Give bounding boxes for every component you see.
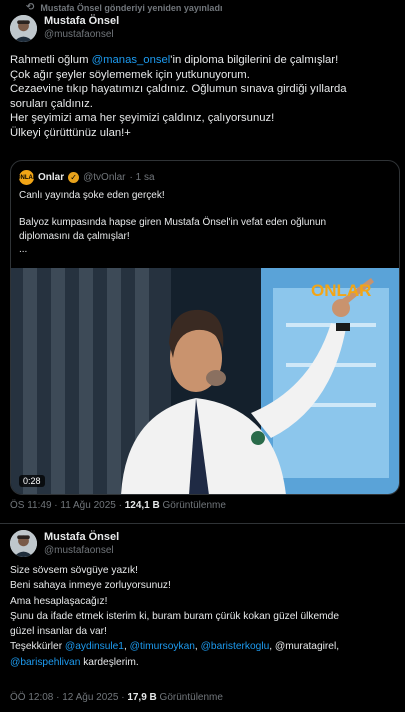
- quote-line: Balyoz kumpasında hapse giren Mustafa Ön…: [19, 217, 327, 228]
- tweet-line: Cezaevine tıkıp hayatımızı çaldınız. Oğl…: [10, 83, 347, 96]
- quote-body: Canlı yayında şoke eden gerçek! Balyoz ku…: [19, 189, 326, 257]
- tweet-line: @barispehlivan kardeşlerim.: [10, 656, 139, 668]
- video-watermark: ONLAR: [311, 281, 371, 300]
- author-name[interactable]: Mustafa Önsel: [44, 15, 119, 27]
- quote-header: ONLAR Onlar ✓ @tvOnlar · 1 sa: [16, 170, 155, 185]
- avatar[interactable]: [10, 15, 37, 42]
- quote-line: Canlı yayında şoke eden gerçek!: [19, 190, 165, 201]
- view-count: 124,1 B: [124, 500, 160, 511]
- tweet-line: Teşekkürler @aydinsule1, @timursoykan, @…: [10, 641, 340, 653]
- quote-line: diplomasını da çalmışlar!: [19, 230, 130, 242]
- tweet-timestamp[interactable]: ÖÖ 12:08 · 12 Ağu 2025 ·: [10, 692, 127, 703]
- onlar-logo: ONLAR: [16, 170, 37, 185]
- repost-indicator: ⟲ Mustafa Önsel gönderiyi yeniden yayınl…: [26, 2, 222, 13]
- view-count: 17,9 B: [127, 692, 157, 703]
- tweet-meta: ÖS 11:49 · 11 Ağu 2025 · 124,1 B Görüntü…: [10, 500, 226, 511]
- author-handle[interactable]: @mustafaonsel: [44, 545, 114, 556]
- mention-link[interactable]: @baristerkoglu: [201, 641, 270, 652]
- mention-link[interactable]: @barispehlivan: [10, 657, 80, 668]
- tweet-meta: ÖÖ 12:08 · 12 Ağu 2025 · 17,9 B Görüntül…: [10, 692, 223, 703]
- repost-icon: ⟲: [26, 2, 35, 13]
- verified-badge-icon: ✓: [68, 172, 80, 183]
- tweet-line: güzel insanlar da var!: [10, 626, 107, 638]
- tweet-line: soruları çaldınız.: [10, 97, 93, 110]
- tweet-line: Size sövsem sövgüye yazık!: [10, 565, 138, 576]
- tweet-line: Beni sahaya inmeye zorluyorsunuz!: [10, 580, 171, 592]
- repost-label: Mustafa Önsel gönderiyi yeniden yayınlad…: [40, 2, 223, 13]
- tweet-line: Şunu da ifade etmek isterim ki, buram bu…: [10, 610, 339, 622]
- video-player[interactable]: ONLAR 0:28: [11, 268, 399, 494]
- author-name[interactable]: Mustafa Önsel: [44, 531, 119, 543]
- views-label: Görüntülenme: [159, 500, 226, 511]
- video-frame-image: ONLAR: [11, 268, 399, 494]
- quote-author-name[interactable]: Onlar: [38, 172, 64, 183]
- mention-link[interactable]: @manas_onsel: [92, 54, 171, 66]
- video-duration: 0:28: [19, 475, 45, 487]
- mention-link[interactable]: @aydinsule1: [65, 641, 124, 652]
- mention-link[interactable]: @timursoykan: [130, 641, 195, 652]
- quote-author-handle[interactable]: @tvOnlar: [83, 172, 125, 183]
- avatar[interactable]: [10, 530, 37, 557]
- tweet-line: Ülkeyi çürüttünüz ulan!+: [10, 126, 131, 139]
- quote-line: ...: [19, 244, 28, 255]
- quote-time: · 1 sa: [129, 172, 155, 183]
- tweet-line: Ama hesaplaşacağız!: [10, 595, 108, 607]
- tweet-line: Rahmetli oğlum @manas_onsel'in diploma b…: [10, 54, 339, 66]
- tweet-body: Rahmetli oğlum @manas_onsel'in diploma b…: [10, 53, 347, 141]
- tweet-timestamp[interactable]: ÖS 11:49 · 11 Ağu 2025 ·: [10, 500, 125, 511]
- tweet-line: Her şeyimizi ama her şeyimizi çaldınız, …: [10, 112, 275, 125]
- views-label: Görüntülenme: [156, 692, 223, 703]
- tweet-divider: [0, 523, 405, 524]
- author-handle[interactable]: @mustafaonsel: [44, 29, 114, 40]
- quote-line: [19, 203, 326, 217]
- tweet-body: Size sövsem sövgüye yazık! Beni sahaya in…: [10, 563, 339, 670]
- quote-tweet-card[interactable]: ONLAR Onlar ✓ @tvOnlar · 1 sa Canlı yayı…: [10, 160, 400, 495]
- tweet-line: Çok ağır şeyler söylememek için yutkunuy…: [10, 68, 250, 81]
